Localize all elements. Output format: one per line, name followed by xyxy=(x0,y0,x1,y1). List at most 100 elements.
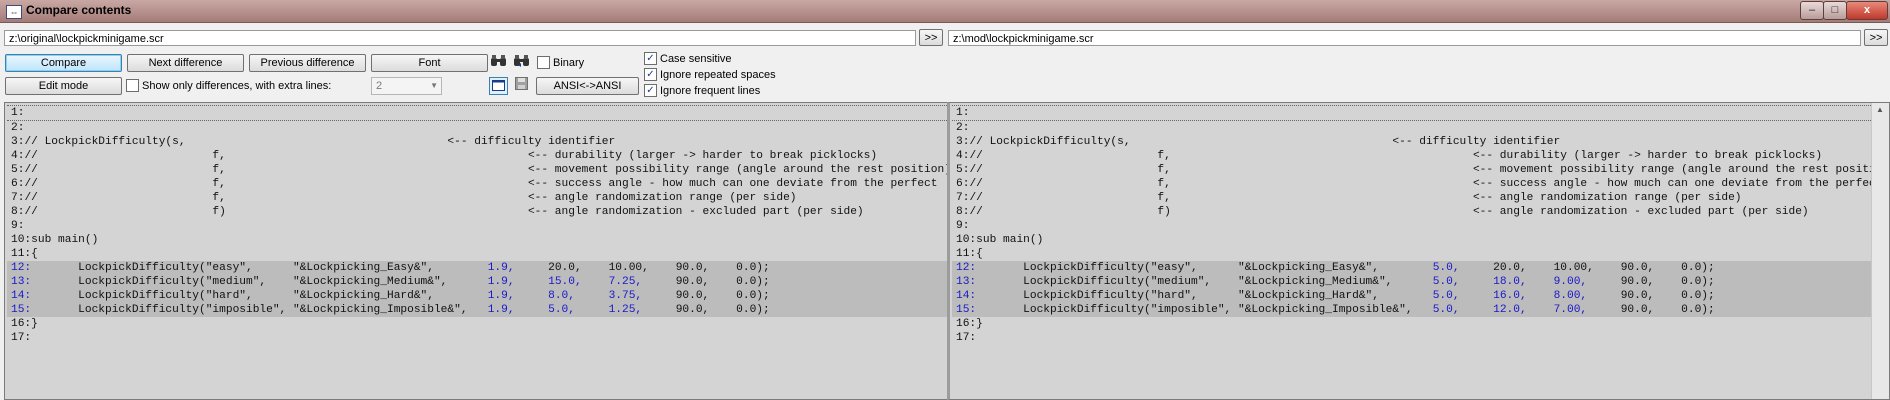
line-text: // f) <-- angle randomization - excluded… xyxy=(24,206,864,218)
ansi-button[interactable]: ANSI<->ANSI xyxy=(536,77,639,95)
window-icon[interactable] xyxy=(489,77,508,95)
left-browse-button[interactable]: >> xyxy=(919,29,943,46)
line-text: } xyxy=(976,318,983,330)
extra-lines-value: 2 xyxy=(376,80,383,92)
show-only-differences-box[interactable] xyxy=(126,78,139,92)
line-value: 90.0, xyxy=(675,276,737,288)
right-browse-button[interactable]: >> xyxy=(1864,29,1888,46)
code-line[interactable]: 14: LockpickDifficulty("hard", "&Lockpic… xyxy=(952,289,1871,303)
code-line[interactable]: 16:} xyxy=(7,317,947,331)
binoculars-icon[interactable] xyxy=(489,54,508,72)
code-line[interactable]: 3:// LockpickDifficulty(s, <-- difficult… xyxy=(7,135,947,149)
line-value: 5.0, xyxy=(1432,276,1494,288)
line-number: 5: xyxy=(11,164,25,176)
code-line[interactable]: 11:{ xyxy=(7,247,947,261)
code-line[interactable]: 4:// f, <-- durability (larger -> harder… xyxy=(7,149,947,163)
right-file-path[interactable]: z:\mod\lockpickminigame.scr xyxy=(948,30,1861,46)
code-line[interactable]: 17: xyxy=(7,331,947,345)
line-value: 0.0); xyxy=(1681,262,1722,274)
line-value: 20.0, xyxy=(1493,262,1554,274)
code-line[interactable]: 12: LockpickDifficulty("easy", "&Lockpic… xyxy=(952,261,1871,275)
save-icon[interactable] xyxy=(512,77,531,95)
code-line[interactable]: 3:// LockpickDifficulty(s, <-- difficult… xyxy=(952,135,1871,149)
line-text: { xyxy=(31,248,38,260)
ignore-frequent-lines-checkbox[interactable]: ✓ Ignore frequent lines xyxy=(644,83,760,99)
line-number: 2: xyxy=(956,122,970,134)
binary-checkbox-box[interactable] xyxy=(537,55,550,69)
line-value: 90.0, xyxy=(1620,262,1682,274)
app-icon: ⇔ xyxy=(6,5,22,19)
code-line[interactable]: 13: LockpickDifficulty("medium", "&Lockp… xyxy=(952,275,1871,289)
line-value: 1.9, xyxy=(487,276,549,288)
case-sensitive-checkbox[interactable]: ✓ Case sensitive xyxy=(644,51,732,67)
compare-button[interactable]: Compare xyxy=(5,54,122,72)
code-line[interactable]: 9: xyxy=(7,219,947,233)
code-line[interactable]: 5:// f, <-- movement possibility range (… xyxy=(952,163,1871,177)
line-number: 5: xyxy=(956,164,970,176)
code-line[interactable]: 11:{ xyxy=(952,247,1871,261)
edit-mode-button[interactable]: Edit mode xyxy=(5,77,122,95)
line-text: // f, <-- success angle - how much can o… xyxy=(24,178,938,190)
line-text: sub main() xyxy=(976,234,1044,246)
code-line[interactable]: 17: xyxy=(952,331,1871,345)
code-line[interactable]: 15: LockpickDifficulty("imposible", "&Lo… xyxy=(7,303,947,317)
ignore-repeated-spaces-box[interactable]: ✓ xyxy=(644,67,657,81)
line-value: 5.0, xyxy=(548,304,609,316)
line-text: // f, <-- angle randomization range (per… xyxy=(969,192,1742,204)
line-number: 14: xyxy=(956,290,977,302)
code-line[interactable]: 7:// f, <-- angle randomization range (p… xyxy=(7,191,947,205)
close-button[interactable]: x xyxy=(1846,1,1888,20)
previous-difference-button[interactable]: Previous difference xyxy=(249,54,366,72)
scroll-up-icon[interactable]: ▲ xyxy=(1874,105,1886,114)
line-text: // f, <-- movement possibility range (an… xyxy=(969,164,1871,176)
line-number: 15: xyxy=(11,304,32,316)
code-line[interactable]: 6:// f, <-- success angle - how much can… xyxy=(7,177,947,191)
line-value: 8.00, xyxy=(1553,290,1621,302)
code-line[interactable]: 12: LockpickDifficulty("easy", "&Lockpic… xyxy=(7,261,947,275)
code-line[interactable]: 1: xyxy=(7,105,947,121)
code-line[interactable]: 10:sub main() xyxy=(7,233,947,247)
show-only-differences-checkbox[interactable]: Show only differences, with extra lines: xyxy=(126,78,331,94)
code-line[interactable]: 1: xyxy=(952,105,1871,121)
binoculars-back-icon[interactable] xyxy=(512,54,531,72)
code-line[interactable]: 13: LockpickDifficulty("medium", "&Lockp… xyxy=(7,275,947,289)
code-line[interactable]: 8:// f) <-- angle randomization - exclud… xyxy=(7,205,947,219)
code-line[interactable]: 5:// f, <-- movement possibility range (… xyxy=(7,163,947,177)
code-line[interactable]: 8:// f) <-- angle randomization - exclud… xyxy=(952,205,1871,219)
code-line[interactable]: 15: LockpickDifficulty("imposible", "&Lo… xyxy=(952,303,1871,317)
line-value: 90.0, xyxy=(675,304,737,316)
code-line[interactable]: 6:// f, <-- success angle - how much can… xyxy=(952,177,1871,191)
line-number: 15: xyxy=(956,304,977,316)
left-compare-pane[interactable]: 1: 2: 3:// LockpickDifficulty(s, <-- diffi… xyxy=(4,102,948,400)
line-text: // LockpickDifficulty(s, <-- difficulty … xyxy=(24,136,616,148)
code-line[interactable]: 4:// f, <-- durability (larger -> harder… xyxy=(952,149,1871,163)
next-difference-button[interactable]: Next difference xyxy=(127,54,244,72)
code-line[interactable]: 7:// f, <-- angle randomization range (p… xyxy=(952,191,1871,205)
line-value: 90.0, xyxy=(1620,276,1682,288)
binary-checkbox[interactable]: Binary xyxy=(537,55,584,71)
code-line[interactable]: 16:} xyxy=(952,317,1871,331)
left-file-path[interactable]: z:\original\lockpickminigame.scr xyxy=(4,30,916,46)
right-scrollbar[interactable]: ▲ xyxy=(1871,103,1889,399)
line-number: 11: xyxy=(956,248,977,260)
code-line[interactable]: 9: xyxy=(952,219,1871,233)
code-line[interactable]: 10:sub main() xyxy=(952,233,1871,247)
ignore-repeated-spaces-checkbox[interactable]: ✓ Ignore repeated spaces xyxy=(644,67,776,83)
right-compare-pane[interactable]: 1: 2: 3:// LockpickDifficulty(s, <-- diffi… xyxy=(947,102,1890,400)
maximize-button[interactable]: □ xyxy=(1823,1,1847,20)
code-line[interactable]: 2: xyxy=(7,121,947,135)
right-line-list: 1: 2: 3:// LockpickDifficulty(s, <-- diffi… xyxy=(952,105,1871,345)
font-button[interactable]: Font xyxy=(371,54,488,72)
case-sensitive-box[interactable]: ✓ xyxy=(644,51,657,65)
line-value: 90.0, xyxy=(675,290,737,302)
code-line[interactable]: 14: LockpickDifficulty("hard", "&Lockpic… xyxy=(7,289,947,303)
line-text: LockpickDifficulty("imposible", "&Lockpi… xyxy=(31,304,488,316)
line-value: 10.00, xyxy=(1553,262,1621,274)
line-text: // f, <-- success angle - how much can o… xyxy=(969,178,1871,190)
code-line[interactable]: 2: xyxy=(952,121,1871,135)
ignore-frequent-lines-box[interactable]: ✓ xyxy=(644,83,657,97)
extra-lines-select[interactable]: 2 ▼ xyxy=(371,77,442,95)
line-number: 11: xyxy=(11,248,32,260)
line-value: 16.0, xyxy=(1493,290,1554,302)
minimize-button[interactable]: – xyxy=(1800,1,1824,20)
